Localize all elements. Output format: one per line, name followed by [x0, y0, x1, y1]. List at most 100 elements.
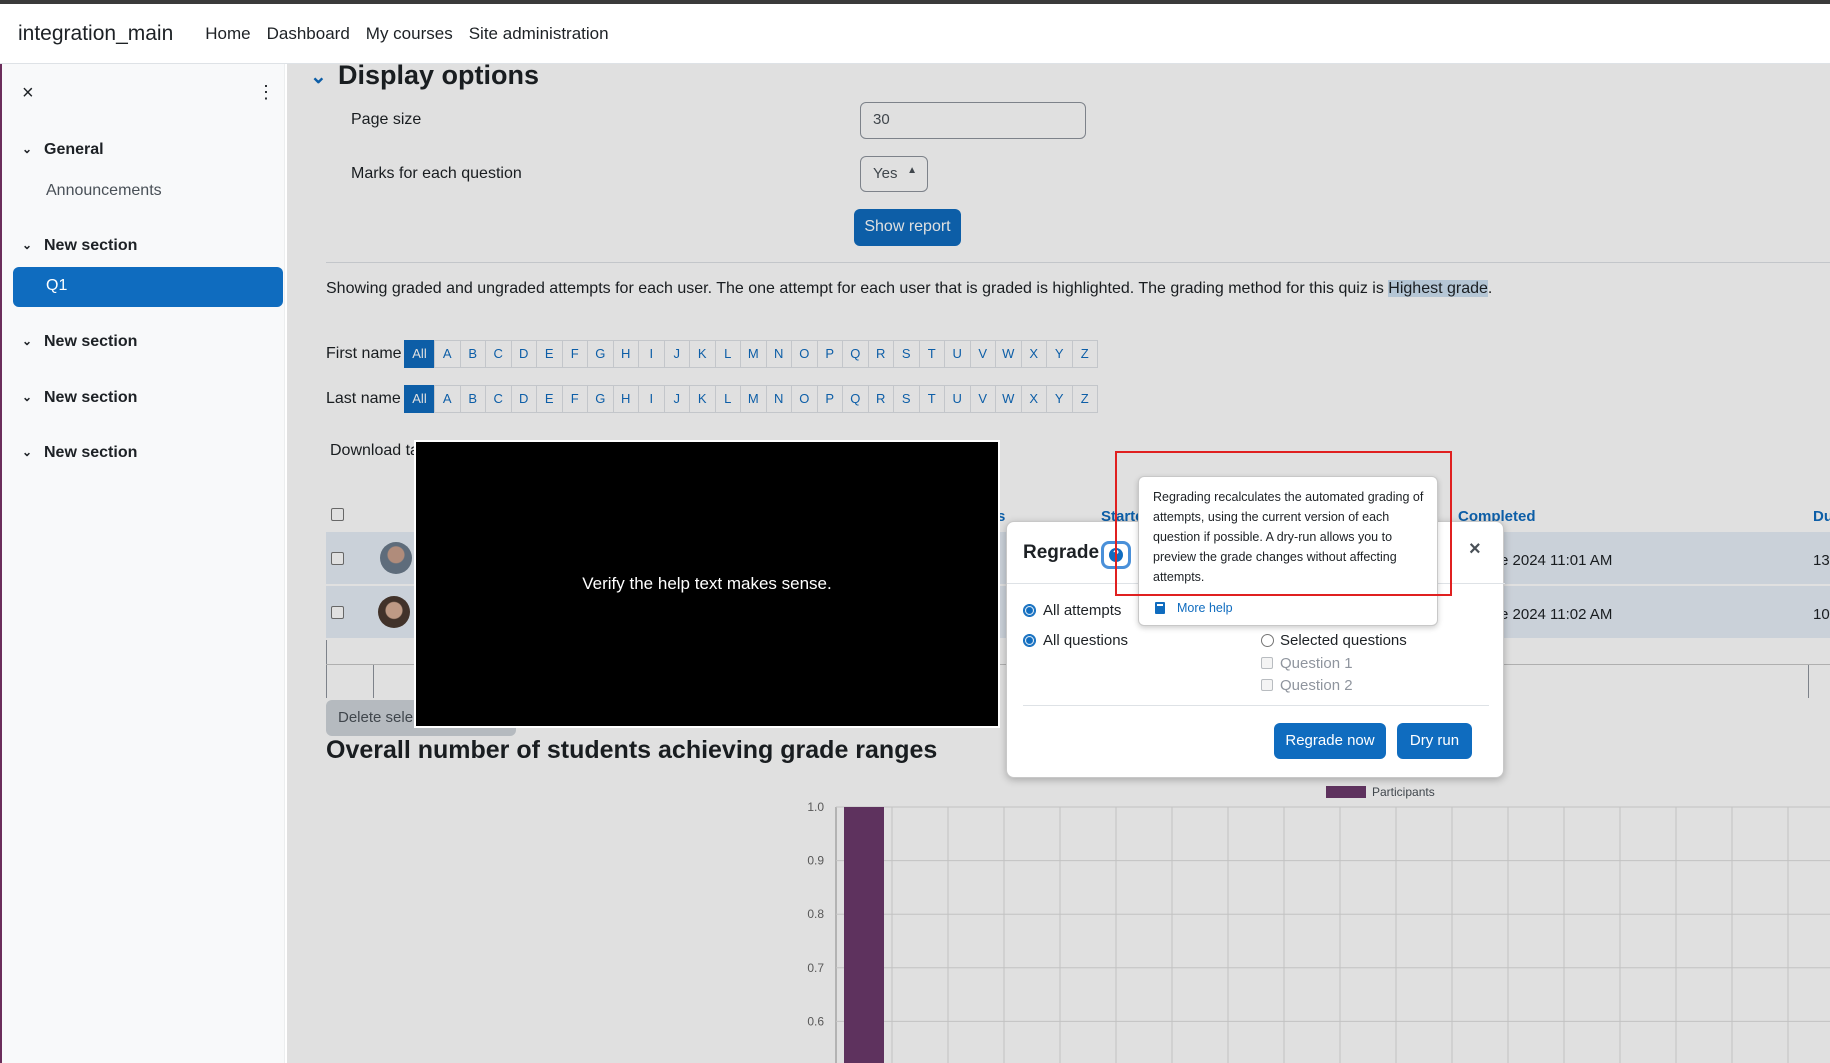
initial-s[interactable]: S	[893, 340, 920, 368]
initial-d[interactable]: D	[510, 340, 537, 368]
chevron-down-icon[interactable]: ⌄	[22, 238, 32, 252]
column-header-duration[interactable]: Du	[1813, 508, 1830, 525]
initial-u[interactable]: U	[944, 340, 971, 368]
section-new-4[interactable]: ⌄ New section	[22, 444, 137, 462]
initial-x[interactable]: X	[1020, 340, 1047, 368]
all-attempts-label[interactable]: All attempts	[1043, 602, 1121, 619]
initial-x[interactable]: X	[1020, 385, 1047, 413]
initial-v[interactable]: V	[969, 385, 996, 413]
page-size-input[interactable]: 30	[860, 102, 1086, 139]
initial-p[interactable]: P	[816, 385, 843, 413]
initial-v[interactable]: V	[969, 340, 996, 368]
show-report-button[interactable]: Show report	[854, 209, 961, 246]
initial-o[interactable]: O	[791, 385, 818, 413]
more-help-link[interactable]: More help	[1155, 601, 1233, 615]
chevron-down-icon[interactable]: ⌄	[310, 64, 327, 89]
initial-q[interactable]: Q	[842, 340, 869, 368]
display-options-heading[interactable]: ⌄ Display options	[310, 60, 539, 91]
row-checkbox[interactable]	[331, 552, 344, 565]
initial-k[interactable]: K	[689, 385, 716, 413]
initial-k[interactable]: K	[689, 340, 716, 368]
question-2-checkbox[interactable]	[1261, 679, 1273, 691]
initial-m[interactable]: M	[740, 340, 767, 368]
initial-e[interactable]: E	[536, 385, 563, 413]
close-icon[interactable]: ×	[1469, 538, 1481, 561]
more-options-icon[interactable]: ⋮	[257, 82, 275, 103]
initial-r[interactable]: R	[867, 340, 894, 368]
initial-l[interactable]: L	[714, 340, 741, 368]
initial-a[interactable]: A	[434, 340, 461, 368]
initial-all[interactable]: All	[404, 340, 435, 368]
more-help-label[interactable]: More help	[1177, 601, 1233, 615]
selected-questions-radio[interactable]	[1261, 634, 1274, 647]
regrade-now-button[interactable]: Regrade now	[1274, 723, 1386, 759]
nav-site-administration[interactable]: Site administration	[469, 24, 609, 44]
initial-b[interactable]: B	[459, 385, 486, 413]
selected-questions-label[interactable]: Selected questions	[1280, 632, 1407, 649]
initial-c[interactable]: C	[485, 340, 512, 368]
initial-g[interactable]: G	[587, 385, 614, 413]
initial-g[interactable]: G	[587, 340, 614, 368]
initial-w[interactable]: W	[995, 340, 1022, 368]
initial-b[interactable]: B	[459, 340, 486, 368]
nav-home[interactable]: Home	[205, 24, 250, 44]
initial-n[interactable]: N	[765, 385, 792, 413]
initial-c[interactable]: C	[485, 385, 512, 413]
initial-f[interactable]: F	[561, 340, 588, 368]
sidebar-item-announcements[interactable]: Announcements	[46, 182, 162, 200]
initial-h[interactable]: H	[612, 340, 639, 368]
initial-l[interactable]: L	[714, 385, 741, 413]
completed-cell: e 2024 11:02 AM	[1500, 606, 1613, 623]
initial-s[interactable]: S	[893, 385, 920, 413]
table-border	[373, 664, 374, 698]
initial-z[interactable]: Z	[1071, 340, 1098, 368]
question-1-checkbox[interactable]	[1261, 657, 1273, 669]
site-name[interactable]: integration_main	[18, 22, 173, 46]
nav-my-courses[interactable]: My courses	[366, 24, 453, 44]
avatar[interactable]	[380, 542, 412, 574]
initial-q[interactable]: Q	[842, 385, 869, 413]
initial-all[interactable]: All	[404, 385, 435, 413]
initial-u[interactable]: U	[944, 385, 971, 413]
initial-y[interactable]: Y	[1046, 340, 1073, 368]
nav-dashboard[interactable]: Dashboard	[267, 24, 350, 44]
avatar[interactable]	[378, 596, 410, 628]
chevron-down-icon[interactable]: ⌄	[22, 445, 32, 459]
initial-e[interactable]: E	[536, 340, 563, 368]
dry-run-button[interactable]: Dry run	[1397, 723, 1472, 759]
initial-a[interactable]: A	[434, 385, 461, 413]
section-new-1[interactable]: ⌄ New section	[22, 237, 137, 255]
initial-n[interactable]: N	[765, 340, 792, 368]
section-general[interactable]: ⌄ General	[22, 141, 104, 159]
chevron-down-icon[interactable]: ⌄	[22, 390, 32, 404]
all-questions-radio[interactable]	[1023, 634, 1036, 647]
initial-h[interactable]: H	[612, 385, 639, 413]
duration-cell: 10	[1813, 606, 1830, 623]
initial-j[interactable]: J	[663, 340, 690, 368]
initial-j[interactable]: J	[663, 385, 690, 413]
initial-m[interactable]: M	[740, 385, 767, 413]
initial-w[interactable]: W	[995, 385, 1022, 413]
initial-p[interactable]: P	[816, 340, 843, 368]
all-attempts-radio[interactable]	[1023, 604, 1036, 617]
initial-t[interactable]: T	[918, 385, 945, 413]
row-checkbox[interactable]	[331, 606, 344, 619]
chevron-down-icon[interactable]: ⌄	[22, 334, 32, 348]
initial-d[interactable]: D	[510, 385, 537, 413]
initial-i[interactable]: I	[638, 385, 665, 413]
sidebar-item-q1[interactable]: Q1	[13, 267, 283, 307]
close-drawer-icon[interactable]: ×	[22, 82, 34, 105]
chevron-down-icon[interactable]: ⌄	[22, 142, 32, 156]
initial-i[interactable]: I	[638, 340, 665, 368]
initial-r[interactable]: R	[867, 385, 894, 413]
select-all-checkbox[interactable]	[331, 508, 344, 521]
section-new-2[interactable]: ⌄ New section	[22, 333, 137, 351]
initial-t[interactable]: T	[918, 340, 945, 368]
marks-select[interactable]: Yes ▲︎	[860, 156, 928, 192]
section-new-3[interactable]: ⌄ New section	[22, 389, 137, 407]
initial-f[interactable]: F	[561, 385, 588, 413]
initial-y[interactable]: Y	[1046, 385, 1073, 413]
initial-o[interactable]: O	[791, 340, 818, 368]
initial-z[interactable]: Z	[1071, 385, 1098, 413]
all-questions-label[interactable]: All questions	[1043, 632, 1128, 649]
